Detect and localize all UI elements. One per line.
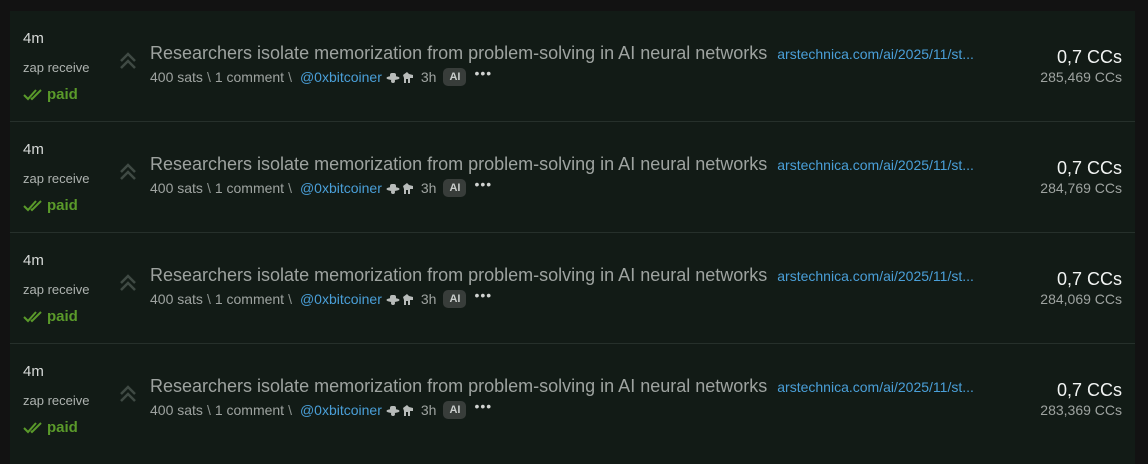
double-chevron-up-icon[interactable]	[118, 51, 138, 71]
transaction-amount: 0,7 CCs	[1056, 380, 1122, 400]
ellipsis-icon[interactable]: •••	[474, 175, 492, 193]
item-title-line: Researchers isolate memorization from pr…	[150, 42, 974, 64]
item-title-line: Researchers isolate memorization from pr…	[150, 375, 974, 397]
author-link[interactable]: @0xbitcoiner	[300, 290, 382, 308]
user-badges	[386, 403, 415, 417]
item-link[interactable]: arstechnica.com/ai/2025/11/st...	[777, 46, 974, 62]
cowboy-hat-icon	[386, 295, 400, 305]
ellipsis-icon[interactable]: •••	[474, 64, 492, 82]
double-check-icon	[23, 199, 45, 213]
status-label: paid	[47, 86, 78, 103]
running-balance: 284,769 CCs	[1040, 180, 1122, 196]
author-link[interactable]: @0xbitcoiner	[300, 179, 382, 197]
horse-icon	[402, 405, 413, 416]
item-age: 3h	[420, 402, 437, 418]
transaction-time: 4m	[23, 30, 44, 47]
transaction-type: zap receive	[23, 282, 90, 297]
user-badges	[386, 292, 415, 306]
transaction-type: zap receive	[23, 393, 90, 408]
double-chevron-up-icon[interactable]	[118, 273, 138, 293]
meta-separator: \	[288, 69, 292, 85]
status-badge: paid	[23, 308, 78, 326]
horse-icon	[402, 72, 413, 83]
horse-icon	[402, 294, 413, 305]
user-badges	[386, 181, 415, 195]
item-age: 3h	[420, 291, 437, 307]
status-badge: paid	[23, 419, 78, 437]
transaction-row: 4m zap receive paid Researchers isolate …	[10, 122, 1135, 233]
transaction-amount: 0,7 CCs	[1056, 158, 1122, 178]
item-meta: 400 sats \ 1 comment \ @0xbitcoiner 3h A…	[150, 65, 492, 86]
status-badge: paid	[23, 86, 78, 104]
horse-icon	[402, 183, 413, 194]
user-badges	[386, 70, 415, 84]
status-badge: paid	[23, 197, 78, 215]
cowboy-hat-icon	[386, 184, 400, 194]
status-label: paid	[47, 197, 78, 214]
item-link[interactable]: arstechnica.com/ai/2025/11/st...	[777, 379, 974, 395]
sats-count: 400 sats	[150, 69, 203, 85]
item-meta: 400 sats \ 1 comment \ @0xbitcoiner 3h A…	[150, 176, 492, 197]
meta-separator: \	[288, 402, 292, 418]
comment-count[interactable]: 1 comment	[215, 68, 284, 86]
ellipsis-icon[interactable]: •••	[474, 286, 492, 304]
meta-separator: \	[288, 291, 292, 307]
transaction-time: 4m	[23, 141, 44, 158]
item-title-line: Researchers isolate memorization from pr…	[150, 153, 974, 175]
double-chevron-up-icon[interactable]	[118, 162, 138, 182]
item-link[interactable]: arstechnica.com/ai/2025/11/st...	[777, 157, 974, 173]
sub-tag[interactable]: AI	[443, 290, 467, 308]
sats-count: 400 sats	[150, 402, 203, 418]
item-title[interactable]: Researchers isolate memorization from pr…	[150, 375, 767, 397]
transaction-time: 4m	[23, 252, 44, 269]
item-age: 3h	[420, 69, 437, 85]
comment-count[interactable]: 1 comment	[215, 179, 284, 197]
running-balance: 283,369 CCs	[1040, 402, 1122, 418]
transaction-row: 4m zap receive paid Researchers isolate …	[10, 344, 1135, 454]
double-check-icon	[23, 421, 45, 435]
comment-count[interactable]: 1 comment	[215, 401, 284, 419]
author-link[interactable]: @0xbitcoiner	[300, 401, 382, 419]
item-title-line: Researchers isolate memorization from pr…	[150, 264, 974, 286]
double-check-icon	[23, 88, 45, 102]
item-title[interactable]: Researchers isolate memorization from pr…	[150, 153, 767, 175]
meta-separator: \	[206, 69, 211, 85]
item-meta: 400 sats \ 1 comment \ @0xbitcoiner 3h A…	[150, 398, 492, 419]
transaction-time: 4m	[23, 363, 44, 380]
transaction-row: 4m zap receive paid Researchers isolate …	[10, 233, 1135, 344]
sub-tag[interactable]: AI	[443, 68, 467, 86]
meta-separator: \	[206, 180, 211, 196]
meta-separator: \	[206, 402, 211, 418]
item-link[interactable]: arstechnica.com/ai/2025/11/st...	[777, 268, 974, 284]
transaction-type: zap receive	[23, 171, 90, 186]
status-label: paid	[47, 419, 78, 436]
meta-separator: \	[206, 291, 211, 307]
transaction-amount: 0,7 CCs	[1056, 47, 1122, 67]
author-link[interactable]: @0xbitcoiner	[300, 68, 382, 86]
cowboy-hat-icon	[386, 406, 400, 416]
double-check-icon	[23, 310, 45, 324]
transaction-type: zap receive	[23, 60, 90, 75]
sats-count: 400 sats	[150, 291, 203, 307]
running-balance: 285,469 CCs	[1040, 69, 1122, 85]
ellipsis-icon[interactable]: •••	[474, 397, 492, 415]
wallet-transactions-list: 4m zap receive paid Researchers isolate …	[10, 11, 1135, 464]
status-label: paid	[47, 308, 78, 325]
meta-separator: \	[288, 180, 292, 196]
item-meta: 400 sats \ 1 comment \ @0xbitcoiner 3h A…	[150, 287, 492, 308]
cowboy-hat-icon	[386, 73, 400, 83]
comment-count[interactable]: 1 comment	[215, 290, 284, 308]
running-balance: 284,069 CCs	[1040, 291, 1122, 307]
sub-tag[interactable]: AI	[443, 179, 467, 197]
item-age: 3h	[420, 180, 437, 196]
double-chevron-up-icon[interactable]	[118, 384, 138, 404]
item-title[interactable]: Researchers isolate memorization from pr…	[150, 264, 767, 286]
sub-tag[interactable]: AI	[443, 401, 467, 419]
sats-count: 400 sats	[150, 180, 203, 196]
item-title[interactable]: Researchers isolate memorization from pr…	[150, 42, 767, 64]
transaction-amount: 0,7 CCs	[1056, 269, 1122, 289]
transaction-row: 4m zap receive paid Researchers isolate …	[10, 11, 1135, 122]
